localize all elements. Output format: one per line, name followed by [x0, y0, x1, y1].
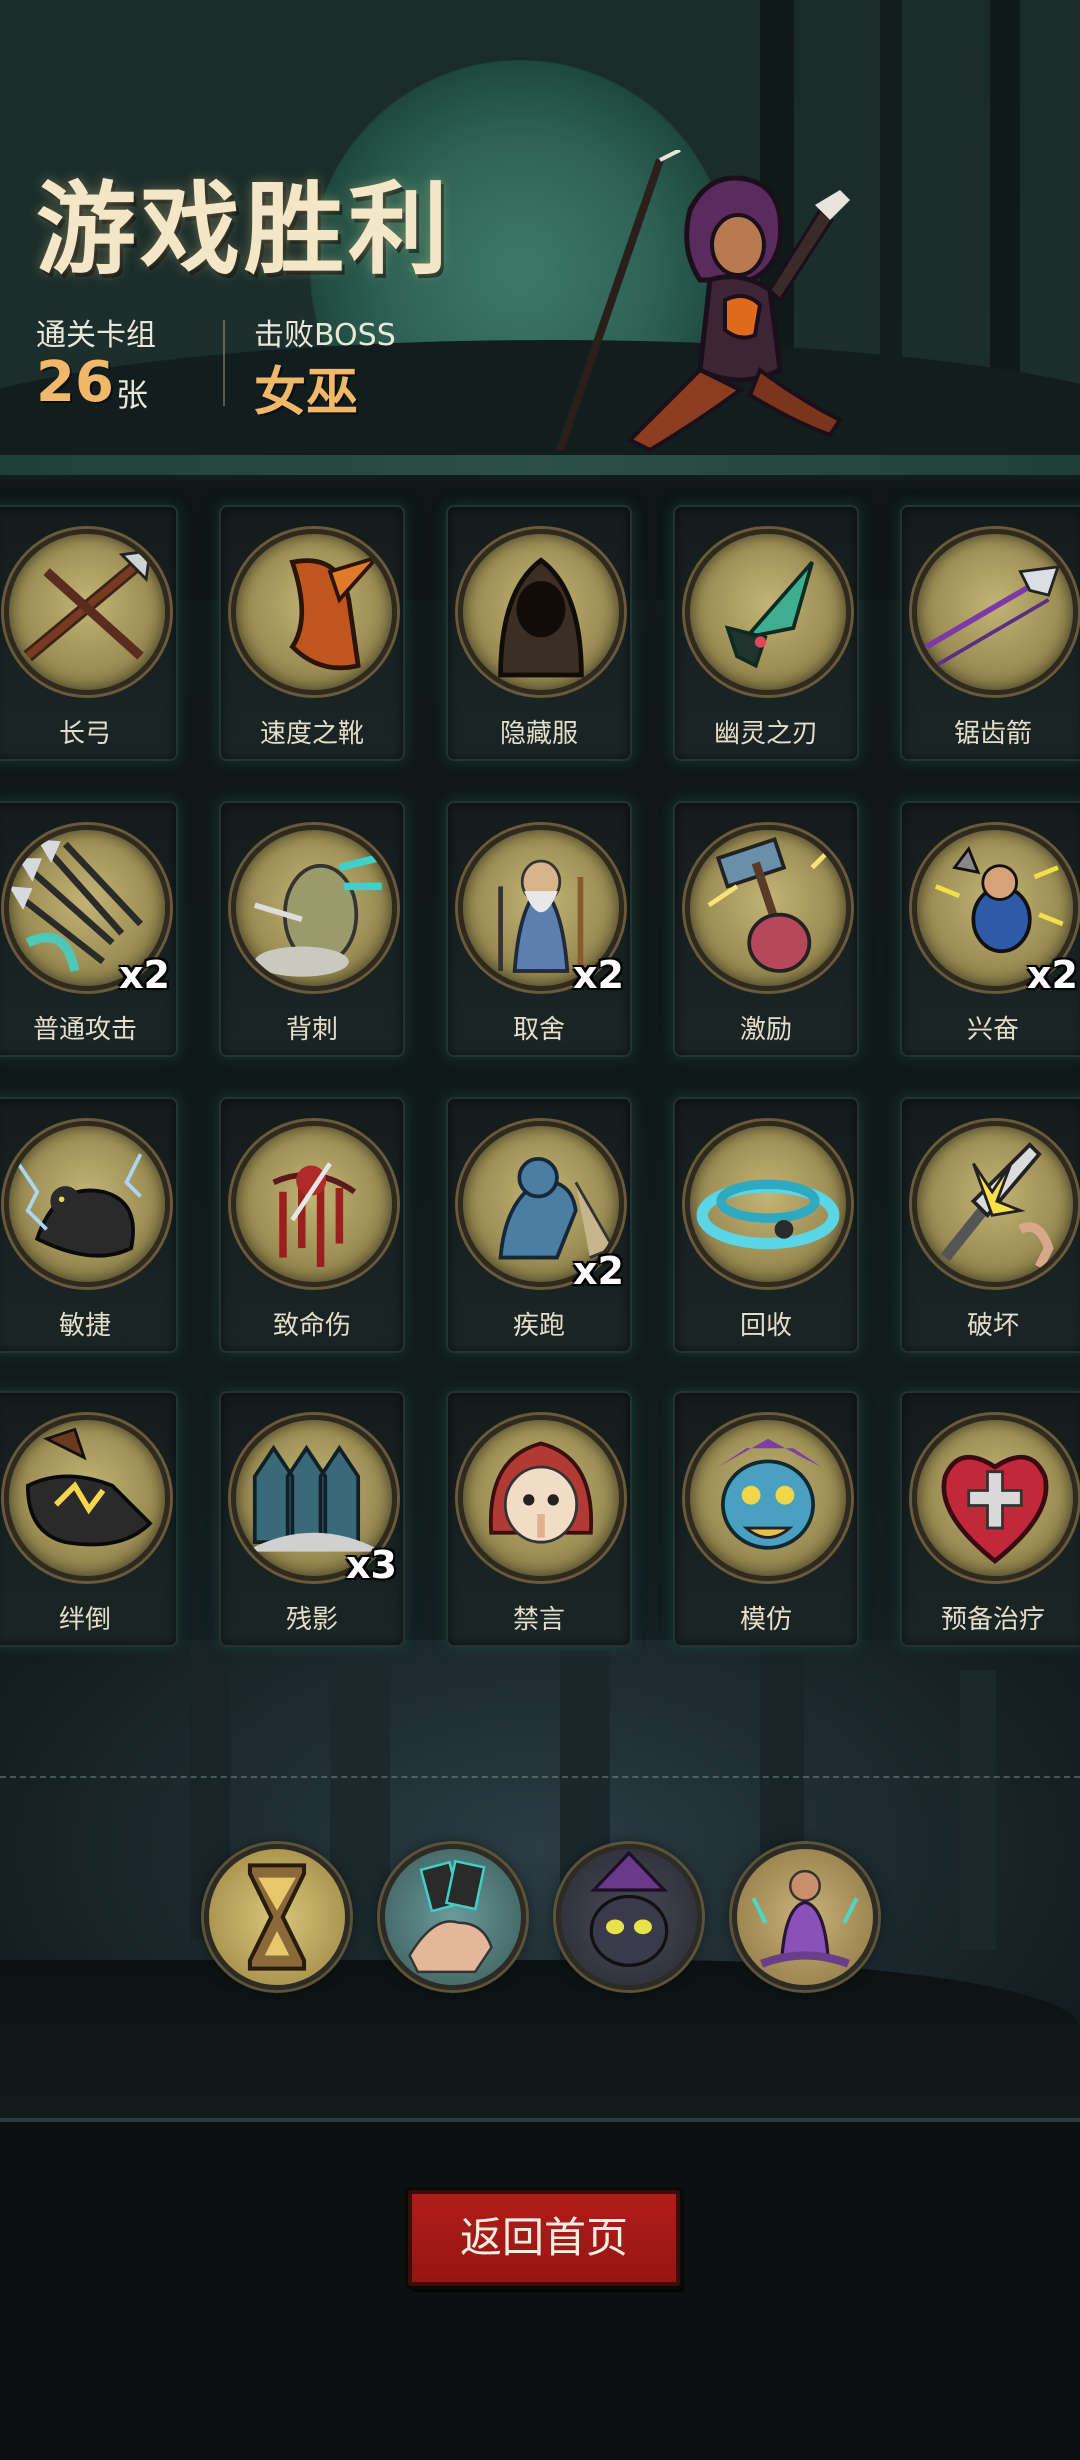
- card-count-badge: x3: [346, 1543, 397, 1587]
- hammer-warrior-icon: [685, 825, 851, 991]
- card-hammer-warrior[interactable]: 激励: [673, 801, 859, 1057]
- card-label: 兴奋: [966, 1015, 1019, 1045]
- boss-label: 击败BOSS: [254, 318, 396, 353]
- card-trip-boot[interactable]: 绊倒: [0, 1391, 178, 1647]
- backstab-icon: [231, 825, 397, 991]
- card-panther[interactable]: 敏捷: [0, 1097, 178, 1353]
- card-label: 取舍: [512, 1015, 565, 1045]
- hourglass-icon[interactable]: [204, 1844, 350, 1990]
- card-label: 模仿: [739, 1605, 792, 1635]
- cleared-deck-label: 通关卡组: [36, 318, 156, 353]
- witch-cat-icon[interactable]: [556, 1844, 702, 1990]
- card-label: 激励: [739, 1015, 792, 1045]
- hushed-girl-icon: [458, 1415, 624, 1581]
- card-label: 锯齿箭: [953, 719, 1032, 749]
- cleared-deck-count: 26: [36, 350, 114, 415]
- whirlwind-icon: [685, 1121, 851, 1287]
- card-ghost-blade[interactable]: 幽灵之刃: [673, 505, 859, 761]
- card-serrated-arrow[interactable]: 锯齿箭: [900, 505, 1080, 761]
- ghost-blade-icon: [685, 529, 851, 695]
- section-divider: [0, 1776, 1080, 1778]
- card-label: 敏捷: [58, 1311, 111, 1341]
- card-goblin-face[interactable]: 模仿: [673, 1391, 859, 1647]
- card-hand-icon[interactable]: [380, 1844, 526, 1990]
- longbow-icon: [4, 529, 170, 695]
- card-label: 疾跑: [512, 1311, 565, 1341]
- card-label: 禁言: [512, 1605, 565, 1635]
- card-label: 绊倒: [58, 1605, 111, 1635]
- card-longbow[interactable]: 长弓: [0, 505, 178, 761]
- meditating-girl-icon[interactable]: [732, 1844, 878, 1990]
- card-label: 隐藏服: [499, 719, 578, 749]
- card-whirlwind[interactable]: 回收: [673, 1097, 859, 1353]
- goblin-face-icon: [685, 1415, 851, 1581]
- cleared-deck-unit: 张: [116, 376, 149, 414]
- card-count-badge: x2: [573, 1249, 624, 1293]
- stat-separator: [223, 320, 225, 406]
- bleeding-wound-icon: [231, 1121, 397, 1287]
- card-old-sage[interactable]: x2 取舍: [446, 801, 632, 1057]
- hooded-cloak-icon: [458, 529, 624, 695]
- card-hushed-girl[interactable]: 禁言: [446, 1391, 632, 1647]
- card-label: 速度之靴: [259, 719, 364, 749]
- card-label: 残影: [285, 1605, 338, 1635]
- card-label: 幽灵之刃: [713, 719, 818, 749]
- return-home-button[interactable]: 返回首页: [408, 2190, 680, 2286]
- card-shattered-sword[interactable]: 破坏: [900, 1097, 1080, 1353]
- serrated-arrow-icon: [912, 529, 1078, 695]
- card-hooded-cloak[interactable]: 隐藏服: [446, 505, 632, 761]
- speed-boots-icon: [231, 529, 397, 695]
- card-count-badge: x2: [1027, 953, 1078, 997]
- card-heart-cross[interactable]: 预备治疗: [900, 1391, 1080, 1647]
- card-backstab[interactable]: 背刺: [219, 801, 405, 1057]
- card-count-badge: x2: [573, 953, 624, 997]
- card-arrows-volley[interactable]: x2 普通攻击: [0, 801, 178, 1057]
- trip-boot-icon: [4, 1415, 170, 1581]
- panther-icon: [4, 1121, 170, 1287]
- card-label: 回收: [739, 1311, 792, 1341]
- card-label: 致命伤: [272, 1311, 351, 1341]
- card-sprinting-beast[interactable]: x2 疾跑: [446, 1097, 632, 1353]
- card-excited-dwarf[interactable]: x2 兴奋: [900, 801, 1080, 1057]
- victory-title: 游戏胜利: [36, 171, 452, 288]
- card-label: 破坏: [966, 1311, 1019, 1341]
- shattered-sword-icon: [912, 1121, 1078, 1287]
- card-label: 预备治疗: [940, 1605, 1045, 1635]
- card-speed-boots[interactable]: 速度之靴: [219, 505, 405, 761]
- boss-name: 女巫: [254, 363, 359, 423]
- card-bleeding-wound[interactable]: 致命伤: [219, 1097, 405, 1353]
- card-label: 背刺: [285, 1015, 338, 1045]
- card-label: 普通攻击: [32, 1015, 137, 1045]
- card-label: 长弓: [58, 719, 111, 749]
- archer-heroine-illustration: [556, 150, 850, 453]
- heart-cross-icon: [912, 1415, 1078, 1581]
- card-afterimage[interactable]: x3 残影: [219, 1391, 405, 1647]
- card-count-badge: x2: [119, 953, 170, 997]
